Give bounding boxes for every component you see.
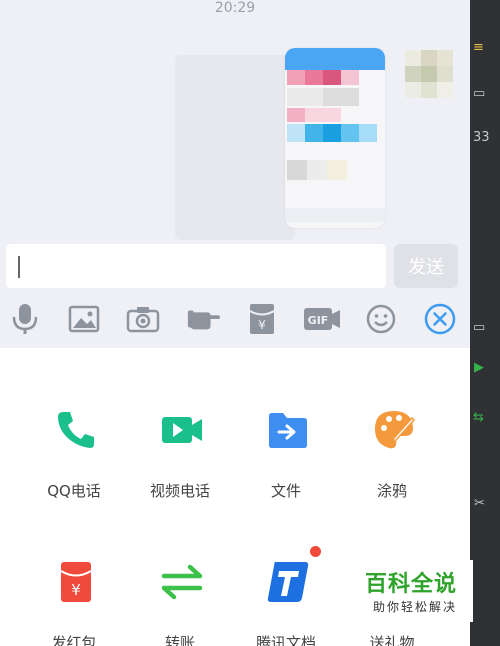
- watermark-logo: 百科全说 助你轻松解决: [355, 560, 473, 622]
- svg-text:GIF: GIF: [308, 314, 329, 327]
- watermark-title: 百科全说: [365, 572, 458, 597]
- folder-icon: [266, 408, 310, 452]
- palette-icon: [372, 408, 416, 452]
- blurred-message-bubble: [175, 55, 295, 240]
- transfer-icon: [160, 560, 204, 604]
- chat-message-area[interactable]: 20:29: [0, 0, 470, 240]
- feature-label: 涂鸦: [376, 482, 407, 500]
- send-button[interactable]: 发送: [394, 244, 458, 288]
- phone-icon: [54, 408, 98, 452]
- red-packet-icon[interactable]: ¥: [245, 302, 279, 336]
- feature-label: 视频电话: [149, 482, 210, 500]
- camera-icon[interactable]: [126, 302, 160, 336]
- close-circle-icon[interactable]: [423, 302, 457, 336]
- avatar[interactable]: [395, 50, 460, 105]
- feature-label: 转账: [164, 634, 195, 646]
- feature-label: 文件: [270, 482, 301, 500]
- tencent-docs-icon: [266, 560, 310, 604]
- gif-icon[interactable]: GIF: [303, 302, 341, 336]
- message-timestamp: 20:29: [214, 0, 256, 16]
- image-icon[interactable]: [67, 302, 101, 336]
- message-input[interactable]: [6, 244, 386, 288]
- watermark-subtitle: 助你轻松解决: [373, 600, 458, 614]
- message-composer: 发送: [0, 240, 470, 290]
- adjacent-window-strip: ≡ ▭ 33 ▭ ▶ ⇆ ✂: [470, 0, 500, 646]
- text-caret: [18, 256, 20, 278]
- emoji-icon[interactable]: [364, 302, 398, 336]
- shared-screenshot-thumbnail[interactable]: [285, 48, 385, 228]
- feature-label: 送礼物: [369, 634, 415, 646]
- red-envelope-icon: ¥: [54, 560, 98, 604]
- feature-label: QQ电话: [47, 482, 101, 500]
- svg-text:¥: ¥: [71, 581, 81, 599]
- microphone-icon[interactable]: [8, 302, 42, 336]
- poke-hand-icon[interactable]: [186, 302, 220, 336]
- chat-toolbar: ¥ GIF: [0, 290, 470, 348]
- feature-label: 腾讯文档: [255, 634, 316, 646]
- new-badge-dot: [310, 546, 321, 557]
- feature-label: 发红包: [51, 634, 97, 646]
- svg-text:¥: ¥: [258, 318, 266, 332]
- video-call-icon: [160, 408, 204, 452]
- phone-screen: 20:29 发送 ¥ GIF QQ电话 视频电话 文件 涂鸦 ¥ 发红包 转账 …: [0, 0, 470, 646]
